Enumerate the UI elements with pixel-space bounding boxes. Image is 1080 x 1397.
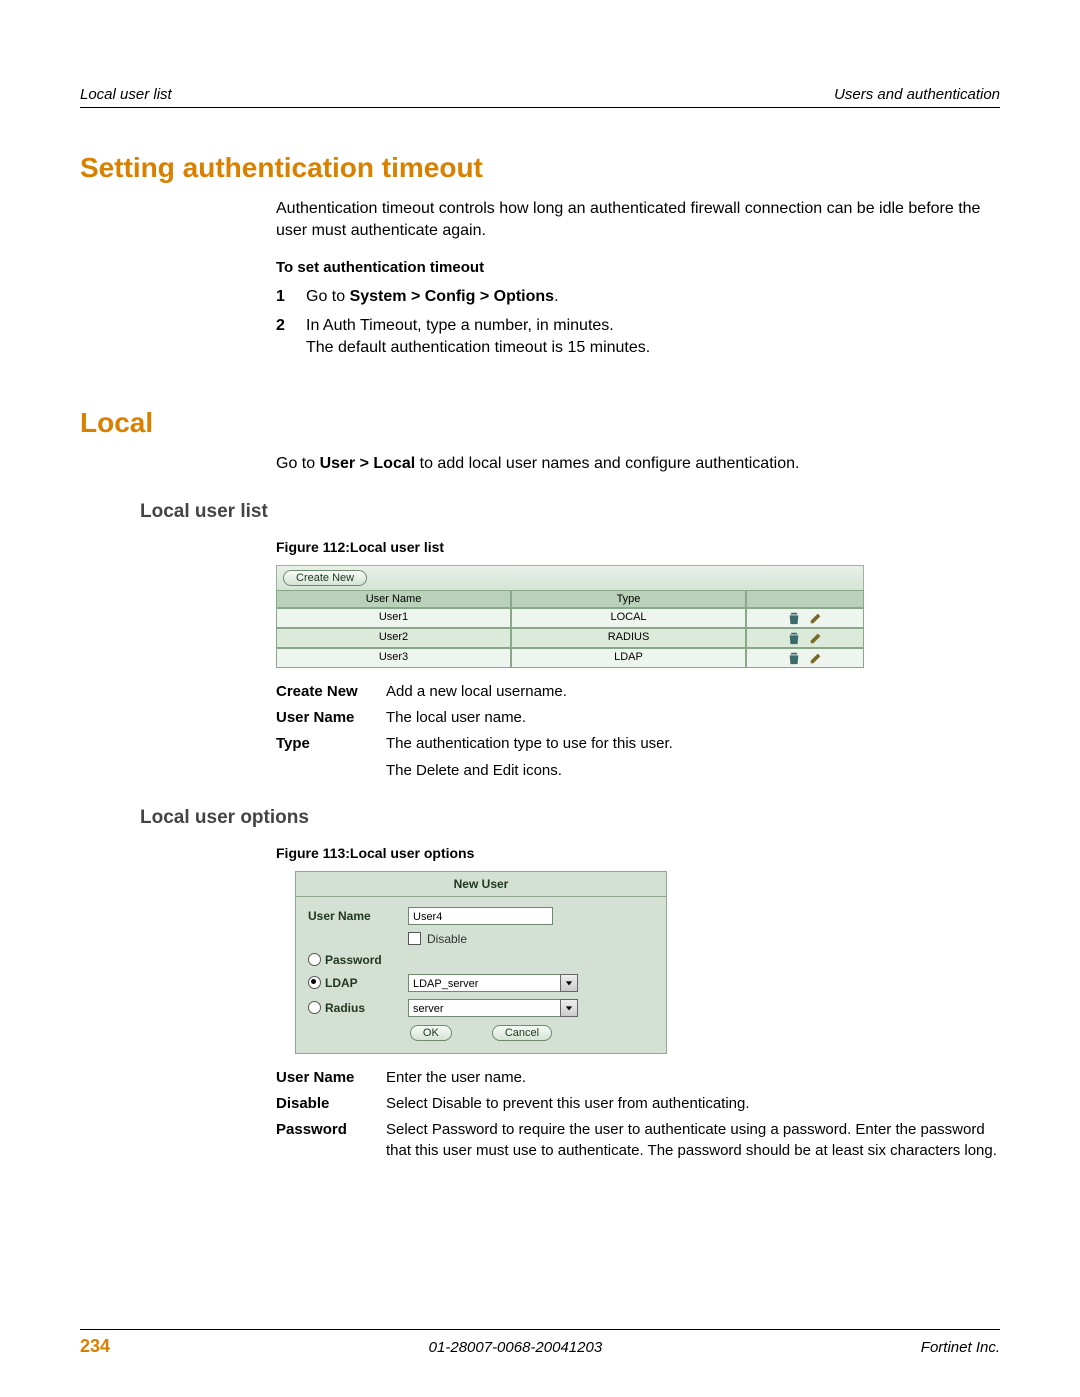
cell-actions: [746, 608, 864, 628]
desc-text: Add a new local username.: [386, 682, 1000, 702]
page-header: Local user list Users and authentication: [80, 86, 1000, 108]
desc-label: [276, 761, 386, 781]
table-row: User3 LDAP: [276, 648, 864, 668]
col-header-actions: [746, 590, 864, 608]
ldap-select-value: LDAP_server: [408, 974, 560, 992]
cancel-button[interactable]: Cancel: [492, 1025, 552, 1041]
document-id: 01-28007-0068-20041203: [429, 1339, 603, 1356]
create-new-button[interactable]: Create New: [283, 570, 367, 586]
desc-text: Select Disable to prevent this user from…: [386, 1094, 1000, 1114]
desc-label: User Name: [276, 708, 386, 728]
fig112-toolbar: Create New: [276, 565, 864, 590]
cell-actions: [746, 628, 864, 648]
step-2: 2 In Auth Timeout, type a number, in min…: [276, 315, 1000, 360]
username-label: User Name: [308, 909, 408, 923]
radius-select[interactable]: server: [408, 999, 578, 1017]
subheading-local-user-list: Local user list: [140, 501, 1000, 523]
ldap-radio[interactable]: [308, 976, 321, 989]
disable-checkbox[interactable]: [408, 932, 421, 945]
header-right: Users and authentication: [834, 86, 1000, 103]
password-label: Password: [325, 953, 382, 967]
cell-username: User1: [276, 608, 511, 628]
table-row: User2 RADIUS: [276, 628, 864, 648]
desc-text: Select Password to require the user to a…: [386, 1120, 1000, 1161]
password-radio[interactable]: [308, 953, 321, 966]
figure-113-panel: New User User Name User4 Disable Passwor…: [295, 871, 667, 1054]
auth-timeout-steps: 1 Go to System > Config > Options. 2 In …: [276, 286, 1000, 359]
cell-username: User3: [276, 648, 511, 668]
desc-text: The authentication type to use for this …: [386, 734, 1000, 754]
radius-select-value: server: [408, 999, 560, 1017]
auth-timeout-subhead: To set authentication timeout: [276, 259, 1000, 276]
cell-type: RADIUS: [511, 628, 746, 648]
figure-113-caption: Figure 113:Local user options: [276, 845, 1000, 861]
cell-actions: [746, 648, 864, 668]
ldap-label: LDAP: [325, 976, 358, 990]
chevron-down-icon[interactable]: [560, 974, 578, 992]
trash-icon[interactable]: [787, 651, 801, 665]
step-number: 2: [276, 315, 306, 360]
step-1: 1 Go to System > Config > Options.: [276, 286, 1000, 308]
ldap-select[interactable]: LDAP_server: [408, 974, 578, 992]
desc-label: Disable: [276, 1094, 386, 1114]
page-footer: 234 01-28007-0068-20041203 Fortinet Inc.: [80, 1329, 1000, 1357]
edit-icon[interactable]: [809, 611, 823, 625]
page-number: 234: [80, 1336, 110, 1357]
chevron-down-icon[interactable]: [560, 999, 578, 1017]
fig113-description: User NameEnter the user name. DisableSel…: [276, 1068, 1000, 1161]
table-row: User1 LOCAL: [276, 608, 864, 628]
step-text: In Auth Timeout, type a number, in minut…: [306, 315, 1000, 360]
col-header-username: User Name: [276, 590, 511, 608]
radius-radio[interactable]: [308, 1001, 321, 1014]
ldap-radio-row: LDAP: [308, 976, 408, 990]
figure-112-caption: Figure 112:Local user list: [276, 539, 1000, 555]
trash-icon[interactable]: [787, 611, 801, 625]
section-title-auth-timeout: Setting authentication timeout: [80, 152, 1000, 184]
desc-label: Type: [276, 734, 386, 754]
figure-112-table: Create New User Name Type User1 LOCAL Us…: [276, 565, 864, 668]
cell-username: User2: [276, 628, 511, 648]
company-name: Fortinet Inc.: [921, 1339, 1000, 1356]
edit-icon[interactable]: [809, 631, 823, 645]
desc-label: Password: [276, 1120, 386, 1161]
ok-button[interactable]: OK: [410, 1025, 452, 1041]
desc-text: The Delete and Edit icons.: [386, 761, 1000, 781]
fig112-description: Create NewAdd a new local username. User…: [276, 682, 1000, 781]
desc-label: Create New: [276, 682, 386, 702]
col-header-type: Type: [511, 590, 746, 608]
username-input[interactable]: User4: [408, 907, 553, 925]
password-radio-row: Password: [308, 953, 408, 967]
step-number: 1: [276, 286, 306, 308]
auth-timeout-intro: Authentication timeout controls how long…: [276, 198, 1000, 241]
panel-title: New User: [296, 872, 666, 897]
local-intro: Go to User > Local to add local user nam…: [276, 453, 1000, 475]
fig112-header-row: User Name Type: [276, 590, 864, 608]
step-text: Go to System > Config > Options.: [306, 286, 1000, 308]
desc-text: The local user name.: [386, 708, 1000, 728]
disable-label: Disable: [427, 932, 467, 946]
desc-text: Enter the user name.: [386, 1068, 1000, 1088]
radius-radio-row: Radius: [308, 1001, 408, 1015]
section-title-local: Local: [80, 407, 1000, 439]
radius-label: Radius: [325, 1001, 365, 1015]
header-left: Local user list: [80, 86, 172, 103]
cell-type: LOCAL: [511, 608, 746, 628]
subheading-local-user-options: Local user options: [140, 807, 1000, 829]
trash-icon[interactable]: [787, 631, 801, 645]
edit-icon[interactable]: [809, 651, 823, 665]
fig112-body: User1 LOCAL User2 RADIUS User3 LDAP: [276, 608, 864, 668]
cell-type: LDAP: [511, 648, 746, 668]
desc-label: User Name: [276, 1068, 386, 1088]
